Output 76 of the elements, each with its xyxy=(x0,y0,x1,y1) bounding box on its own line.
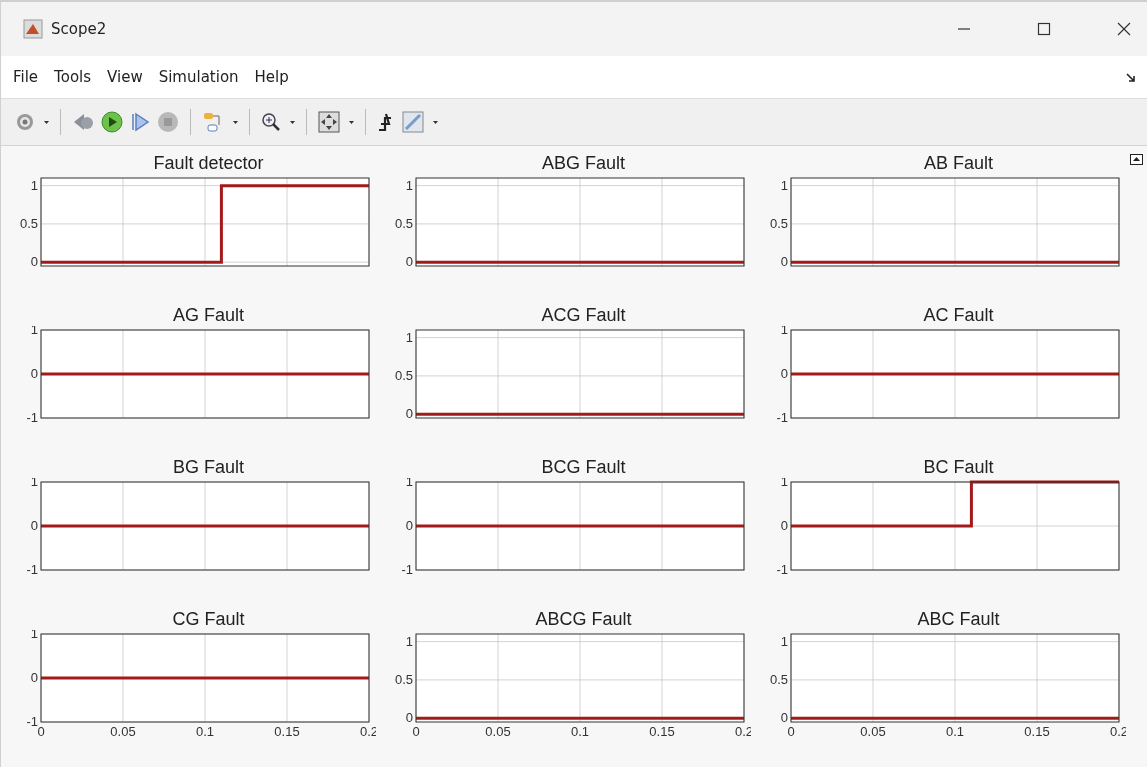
plot-title: ABC Fault xyxy=(916,608,1001,630)
tick-label: 0 xyxy=(30,366,38,381)
close-icon[interactable] xyxy=(1117,22,1131,36)
menu-item[interactable]: Simulation xyxy=(158,68,239,86)
tick-label: 0 xyxy=(30,254,38,270)
tick-label: 0.5 xyxy=(394,671,413,687)
tick-label: -1 xyxy=(776,410,788,425)
plot-title: BC Fault xyxy=(922,456,995,478)
tick-label: 0.1 xyxy=(570,724,590,739)
tick-label: -1 xyxy=(26,410,38,425)
plot-title: AB Fault xyxy=(923,152,994,174)
tick-label: 0 xyxy=(780,518,788,533)
tick-label: 0.05 xyxy=(860,724,886,739)
tick-label: 0 xyxy=(405,406,413,422)
tick-label: 0.15 xyxy=(649,724,675,739)
tick-label: 1 xyxy=(405,329,413,345)
gear-icon[interactable] xyxy=(15,112,35,132)
plot-title: ABG Fault xyxy=(541,152,626,174)
tick-label: 0 xyxy=(405,710,413,726)
tick-label: -1 xyxy=(776,562,788,577)
tick-label: 0 xyxy=(412,724,420,739)
caret-icon[interactable] xyxy=(44,120,49,124)
tick-label: 0.1 xyxy=(195,724,215,739)
tick-label: 0.05 xyxy=(110,724,136,739)
tick-label: 0 xyxy=(780,366,788,381)
tick-label: 1 xyxy=(405,177,413,193)
tick-label: -1 xyxy=(26,714,38,729)
tick-label: 0.5 xyxy=(394,215,413,231)
plot-title: CG Fault xyxy=(171,608,246,630)
plot-title: Fault detector xyxy=(152,152,265,174)
run-icon[interactable] xyxy=(101,111,123,133)
caret-icon[interactable] xyxy=(433,120,438,124)
caret-icon[interactable] xyxy=(233,120,238,124)
undock-icon[interactable] xyxy=(1130,154,1143,165)
window-title: Scope2 xyxy=(51,20,107,38)
maximize-icon[interactable] xyxy=(1037,22,1051,36)
tick-label: 0.5 xyxy=(19,215,38,231)
tick-label: 0.5 xyxy=(769,215,788,231)
tick-label: 0.5 xyxy=(769,671,788,687)
tick-label: 0.15 xyxy=(274,724,300,739)
tick-label: 1 xyxy=(405,633,413,649)
arrow-icon[interactable] xyxy=(1126,72,1135,82)
plot-title: BCG Fault xyxy=(540,456,627,478)
tick-label: 0.15 xyxy=(1024,724,1050,739)
zoom-icon[interactable] xyxy=(261,112,281,132)
plot-title: AG Fault xyxy=(172,304,245,326)
tick-label: 0 xyxy=(405,254,413,270)
menu-item[interactable]: Help xyxy=(254,68,289,86)
tick-label: 0 xyxy=(780,710,788,726)
step-back-icon[interactable] xyxy=(72,112,94,132)
menu-item[interactable]: File xyxy=(13,68,39,86)
tick-label: -1 xyxy=(26,562,38,577)
menu-item[interactable]: View xyxy=(107,68,143,86)
tick-label: -1 xyxy=(401,562,413,577)
tick-label: 0.05 xyxy=(485,724,511,739)
tick-label: 0 xyxy=(405,518,413,533)
plot-title: ACG Fault xyxy=(540,304,627,326)
caret-icon[interactable] xyxy=(290,120,295,124)
tick-label: 0 xyxy=(787,724,795,739)
plot-title: AC Fault xyxy=(922,304,995,326)
tick-label: 0 xyxy=(30,670,38,685)
plot-title: BG Fault xyxy=(172,456,245,478)
tick-label: 0.1 xyxy=(945,724,965,739)
tick-label: 0 xyxy=(780,254,788,270)
tick-label: 0 xyxy=(37,724,45,739)
caret-icon[interactable] xyxy=(349,120,354,124)
tick-label: 0 xyxy=(30,518,38,533)
app-icon xyxy=(23,19,43,39)
plot-title: ABCG Fault xyxy=(534,608,633,630)
tick-label: 1 xyxy=(30,177,38,193)
tick-label: 0.5 xyxy=(394,367,413,383)
step-forward-icon[interactable] xyxy=(130,112,150,132)
tick-label: 1 xyxy=(780,633,788,649)
menu-item[interactable]: Tools xyxy=(54,68,92,86)
tick-label: 1 xyxy=(780,177,788,193)
fit-view-icon[interactable] xyxy=(318,111,340,133)
